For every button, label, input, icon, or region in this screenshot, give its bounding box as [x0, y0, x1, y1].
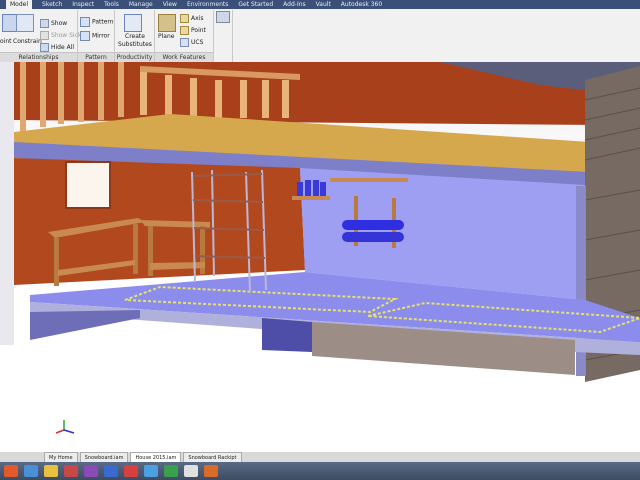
axis-icon: [180, 14, 189, 23]
show-icon: [40, 19, 49, 28]
document-tabs: My Home Snowboard.iam House 2015.iam Sno…: [0, 452, 640, 462]
taskbar-app-icon[interactable]: [104, 465, 118, 477]
menu-item-model[interactable]: Model: [6, 0, 33, 9]
taskbar-app-icon[interactable]: [64, 465, 78, 477]
menu-item-vault[interactable]: Vault: [316, 0, 331, 9]
create-substitutes-button[interactable]: Create Substitutes: [117, 33, 153, 49]
taskbar-app-icon[interactable]: [184, 465, 198, 477]
mirror-icon: [80, 31, 90, 41]
create-substitutes-icon: [124, 14, 142, 32]
pattern-label: Pattern: [92, 18, 114, 26]
plane-button[interactable]: Plane: [158, 33, 174, 41]
menu-item-inspect[interactable]: Inspect: [72, 0, 94, 9]
menu-item-add-ins[interactable]: Add-Ins: [283, 0, 305, 9]
plane-icon: [158, 14, 176, 32]
menu-item-sketch[interactable]: Sketch: [42, 0, 62, 9]
show-button[interactable]: Show: [40, 19, 67, 28]
hide-all-button[interactable]: Hide All: [40, 43, 74, 52]
separator: [213, 10, 214, 62]
taskbar-app-icon[interactable]: [24, 465, 38, 477]
taskbar-app-icon[interactable]: [84, 465, 98, 477]
ucs-button[interactable]: UCS: [180, 38, 203, 47]
tab-snowboard-iam[interactable]: Snowboard.iam: [79, 452, 129, 462]
taskbar-app-icon[interactable]: [4, 465, 18, 477]
axis-label: Axis: [191, 15, 204, 22]
point2-label: Point: [191, 27, 206, 34]
point-feature-icon: [180, 26, 189, 35]
menu-item-autodesk-360[interactable]: Autodesk 360: [341, 0, 382, 9]
point2-button[interactable]: Point: [180, 26, 206, 35]
taskbar-app-icon[interactable]: [44, 465, 58, 477]
house-model: [0, 62, 640, 434]
show-sick-button[interactable]: Show Sick: [40, 31, 81, 40]
ucs-icon: [180, 38, 189, 47]
menu-item-view[interactable]: View: [163, 0, 177, 9]
mirror-label: Mirror: [92, 32, 110, 40]
ribbon: Model Sketch Inspect Tools Manage View Environ…: [0, 0, 640, 63]
pattern-button[interactable]: Pattern: [80, 17, 114, 27]
taskbar-app-icon[interactable]: [124, 465, 138, 477]
footing-dark: [262, 318, 312, 352]
menu-bar: Model Sketch Inspect Tools Manage View Environ…: [0, 0, 640, 9]
tab-house-2015[interactable]: House 2015.iam: [130, 452, 182, 462]
ucs-label: UCS: [191, 39, 204, 46]
point-button[interactable]: oint: [0, 38, 12, 46]
menu-item-tools[interactable]: Tools: [104, 0, 119, 9]
taskbar: [0, 462, 640, 480]
mirror-button[interactable]: Mirror: [80, 31, 110, 41]
taskbar-app-icon[interactable]: [144, 465, 158, 477]
taskbar-app-icon[interactable]: [204, 465, 218, 477]
left-wall-edge: [0, 62, 14, 345]
axis-button[interactable]: Axis: [180, 14, 203, 23]
coordinate-triad: [55, 420, 75, 434]
menu-item-environments[interactable]: Environments: [187, 0, 228, 9]
separator: [232, 10, 233, 62]
tab-snowboard-rack[interactable]: Snowboard Rackipt: [183, 452, 242, 462]
show-sick-icon: [40, 31, 49, 40]
navigation-icon[interactable]: [216, 11, 230, 23]
menu-item-manage[interactable]: Manage: [129, 0, 153, 9]
model-viewport[interactable]: [0, 62, 640, 452]
constrain-button[interactable]: Constrain: [13, 38, 42, 46]
show-label: Show: [51, 20, 68, 27]
hide-all-label: Hide All: [51, 44, 75, 51]
taskbar-app-icon[interactable]: [164, 465, 178, 477]
hide-all-icon: [40, 43, 49, 52]
constrain-icon: [16, 14, 34, 32]
tab-my-home[interactable]: My Home: [44, 452, 78, 462]
left-footing: [30, 310, 140, 340]
menu-item-get-started[interactable]: Get Started: [238, 0, 273, 9]
pattern-icon: [80, 17, 90, 27]
window: [65, 161, 111, 209]
